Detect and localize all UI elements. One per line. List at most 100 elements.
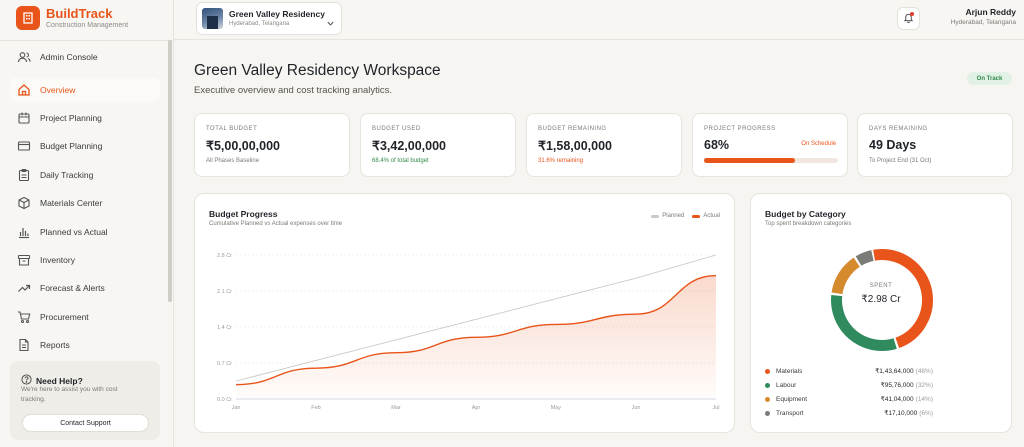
kpi-label: BUDGET REMAINING — [538, 126, 607, 132]
contact-support-button[interactable]: Contact Support — [22, 414, 149, 432]
kpi-label: DAYS REMAINING — [869, 126, 928, 132]
users-icon — [17, 50, 31, 64]
category-value-group: ₹1,43,64,000 (48%) — [875, 367, 933, 375]
x-tick-label: Jun — [632, 405, 641, 411]
category-value: ₹41,04,000 — [880, 396, 914, 403]
project-selector[interactable]: Green Valley Residency Hyderabad, Telang… — [196, 2, 342, 35]
status-badge: On Track — [967, 72, 1012, 85]
page-subtitle: Executive overview and cost tracking ana… — [194, 85, 393, 96]
sidebar-item-procurement[interactable]: Procurement — [10, 305, 160, 329]
app-subtitle: Construction Management — [46, 21, 129, 29]
project-thumbnail — [202, 8, 223, 29]
sidebar-item-overview[interactable]: Overview — [10, 78, 160, 102]
brand[interactable]: BuildTrack Construction Management — [16, 6, 128, 30]
sidebar-divider — [0, 40, 174, 41]
archive-icon — [17, 253, 31, 267]
sidebar-item-reports[interactable]: Reports — [10, 333, 160, 357]
category-row-materials: Materials ₹1,43,64,000 (48%) — [765, 365, 933, 377]
donut-center-label: SPENT — [869, 283, 893, 289]
user-name[interactable]: Arjun Reddy — [965, 7, 1016, 17]
category-percent: (48%) — [915, 368, 933, 375]
home-icon — [17, 83, 31, 97]
kpi-value: ₹5,00,00,000 — [206, 139, 280, 153]
chevron-down-icon — [326, 15, 335, 33]
sidebar-item-label: Materials Center — [40, 198, 103, 208]
trend-icon — [17, 281, 31, 295]
budget-progress-card: Budget Progress Cumulative Planned vs Ac… — [194, 193, 735, 433]
sidebar-item-label: Budget Planning — [40, 141, 103, 151]
category-name: Equipment — [776, 395, 808, 403]
help-text: We're here to assist you with cost track… — [21, 386, 118, 403]
x-tick-label: Mar — [391, 405, 401, 411]
kpi-total-budget: TOTAL BUDGET ₹5,00,00,000 All Phases Bas… — [194, 113, 350, 177]
sidebar-item-materials-center[interactable]: Materials Center — [10, 191, 160, 215]
sidebar-item-label: Admin Console — [40, 52, 98, 62]
sidebar-item-label: Planned vs Actual — [40, 227, 108, 237]
kpi-days-remaining: DAYS REMAINING 49 Days To Project End (3… — [857, 113, 1013, 177]
sidebar-item-daily-tracking[interactable]: Daily Tracking — [10, 163, 160, 187]
kpi-label: PROJECT PROGRESS — [704, 126, 776, 132]
x-tick-label: Jul — [712, 405, 719, 411]
x-tick-label: Apr — [472, 405, 481, 411]
category-value: ₹17,10,000 — [884, 410, 918, 417]
page-title: Green Valley Residency Workspace — [194, 62, 441, 79]
kpi-budget-used: BUDGET USED ₹3,42,00,000 68.4% of total … — [360, 113, 516, 177]
sidebar-item-forecast-alerts[interactable]: Forecast & Alerts — [10, 276, 160, 300]
project-name: Green Valley Residency — [229, 9, 325, 19]
y-tick-label: 0.0 Cr — [217, 397, 232, 403]
sidebar-item-label: Daily Tracking — [40, 170, 94, 180]
sidebar-item-label: Overview — [40, 85, 76, 95]
help-card: Need Help? We're here to assist you with… — [10, 361, 160, 440]
y-tick-label: 0.7 Cr — [217, 361, 232, 367]
progress-bar — [704, 158, 838, 163]
sidebar-item-inventory[interactable]: Inventory — [10, 248, 160, 272]
category-row-transport: Transport ₹17,10,000 (6%) — [765, 407, 933, 419]
y-tick-label: 2.8 Cr — [217, 253, 232, 259]
category-value-group: ₹17,10,000 (6%) — [884, 409, 933, 417]
kpi-note: 31.6% remaining — [538, 158, 584, 164]
x-tick-label: Feb — [311, 405, 320, 411]
kpi-label: BUDGET USED — [372, 126, 421, 132]
sidebar-item-label: Forecast & Alerts — [40, 283, 105, 293]
budget-progress-chart: 0.0 Cr 0.7 Cr 1.4 Cr 2.1 Cr 2.8 Cr Jan Feb Mar A… — [217, 253, 720, 411]
category-row-equipment: Equipment ₹41,04,000 (14%) — [765, 393, 933, 405]
kpi-value: ₹3,42,00,000 — [372, 139, 446, 153]
bar-chart-icon — [17, 225, 31, 239]
sidebar-item-label: Procurement — [40, 312, 89, 322]
category-row-labour: Labour ₹95,76,000 (32%) — [765, 379, 933, 391]
kpi-project-progress: PROJECT PROGRESS 68% On Schedule — [692, 113, 848, 177]
notification-dot — [910, 12, 914, 16]
kpi-note: 68.4% of total budget — [372, 158, 429, 164]
kpi-value: 49 Days — [869, 138, 917, 152]
category-percent: (6%) — [919, 410, 933, 417]
sidebar-item-label: Inventory — [40, 255, 75, 265]
budget-category-donut — [831, 249, 933, 351]
sidebar-item-budget-planning[interactable]: Budget Planning — [10, 134, 160, 158]
kpi-value: ₹1,58,00,000 — [538, 139, 612, 153]
y-tick-label: 1.4 Cr — [217, 325, 232, 331]
category-dot — [765, 368, 770, 374]
sidebar-item-planned-vs-actual[interactable]: Planned vs Actual — [10, 220, 160, 244]
category-name: Transport — [776, 409, 804, 417]
top-bar: Green Valley Residency Hyderabad, Telang… — [174, 0, 1024, 40]
sidebar-item-admin-console[interactable]: Admin Console — [10, 45, 160, 69]
calendar-icon — [17, 111, 31, 125]
category-value: ₹95,76,000 — [880, 382, 914, 389]
category-value: ₹1,43,64,000 — [875, 368, 914, 375]
sidebar-item-label: Reports — [40, 340, 70, 350]
kpi-note: To Project End (31 Oct) — [869, 158, 932, 164]
category-percent: (32%) — [915, 382, 933, 389]
box-icon — [17, 196, 31, 210]
x-tick-label: Jan — [232, 405, 241, 411]
kpi-note: All Phases Baseline — [206, 158, 260, 164]
sidebar-scrollbar[interactable] — [168, 40, 172, 302]
app-name: BuildTrack — [46, 5, 113, 21]
category-dot — [765, 382, 770, 388]
sidebar-item-project-planning[interactable]: Project Planning — [10, 106, 160, 130]
clipboard-icon — [17, 168, 31, 182]
user-location: Hyderabad, Telangana — [950, 19, 1016, 26]
donut-center-value: ₹2.98 Cr — [861, 294, 901, 305]
category-name: Materials — [776, 367, 803, 375]
notifications-button[interactable] — [897, 7, 920, 30]
y-tick-label: 2.1 Cr — [217, 289, 232, 295]
